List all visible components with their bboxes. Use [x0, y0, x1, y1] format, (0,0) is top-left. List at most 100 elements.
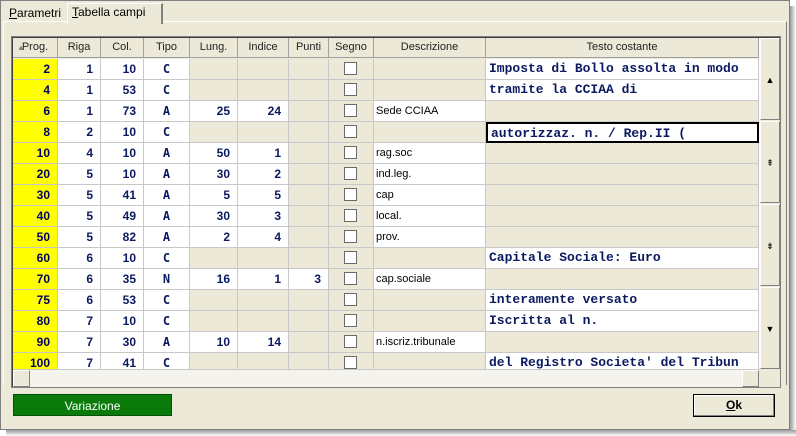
cell-tipo[interactable]: A: [144, 332, 190, 353]
scroll-right-button[interactable]: [742, 370, 759, 387]
cell-riga[interactable]: 7: [58, 332, 101, 353]
cell-punti[interactable]: [289, 332, 329, 353]
cell-descrizione[interactable]: local.: [374, 206, 486, 227]
cell-segno[interactable]: [329, 311, 374, 332]
page-down-button[interactable]: ⇟: [760, 204, 780, 286]
cell-descrizione[interactable]: cap.sociale: [374, 269, 486, 290]
ok-button[interactable]: Ok: [693, 394, 775, 417]
cell-indice[interactable]: [238, 59, 289, 80]
cell-descrizione[interactable]: [374, 248, 486, 269]
scroll-up-button[interactable]: ▲: [760, 38, 780, 120]
cell-indice[interactable]: 1: [238, 269, 289, 290]
cell-segno[interactable]: [329, 206, 374, 227]
cell-indice[interactable]: 2: [238, 164, 289, 185]
cell-prog[interactable]: 90: [13, 332, 58, 353]
cell-punti[interactable]: [289, 227, 329, 248]
cell-segno[interactable]: [329, 101, 374, 122]
cell-lung[interactable]: 16: [190, 269, 238, 290]
cell-tipo[interactable]: C: [144, 80, 190, 101]
cell-descrizione[interactable]: cap: [374, 185, 486, 206]
cell-descrizione[interactable]: [374, 290, 486, 311]
column-header-punti[interactable]: Punti: [289, 38, 329, 58]
cell-descrizione[interactable]: [374, 80, 486, 101]
cell-punti[interactable]: [289, 185, 329, 206]
cell-col[interactable]: 10: [101, 143, 144, 164]
cell-indice[interactable]: 1: [238, 143, 289, 164]
cell-punti[interactable]: [289, 59, 329, 80]
cell-col[interactable]: 53: [101, 290, 144, 311]
cell-col[interactable]: 10: [101, 122, 144, 143]
cell-col[interactable]: 30: [101, 332, 144, 353]
cell-lung[interactable]: [190, 311, 238, 332]
cell-testo-costante[interactable]: interamente versato: [486, 290, 759, 311]
segno-checkbox[interactable]: [344, 293, 357, 306]
cell-segno[interactable]: [329, 59, 374, 80]
cell-indice[interactable]: 4: [238, 227, 289, 248]
cell-indice[interactable]: 3: [238, 206, 289, 227]
tab-tabella-campi[interactable]: Tabella campi: [67, 3, 163, 24]
segno-checkbox[interactable]: [344, 146, 357, 159]
cell-punti[interactable]: [289, 290, 329, 311]
cell-punti[interactable]: [289, 311, 329, 332]
cell-testo-costante[interactable]: Capitale Sociale: Euro: [486, 248, 759, 269]
cell-prog[interactable]: 50: [13, 227, 58, 248]
cell-lung[interactable]: 30: [190, 206, 238, 227]
cell-riga[interactable]: 2: [58, 122, 101, 143]
cell-indice[interactable]: 14: [238, 332, 289, 353]
cell-punti[interactable]: [289, 248, 329, 269]
cell-punti[interactable]: [289, 101, 329, 122]
segno-checkbox[interactable]: [344, 209, 357, 222]
cell-punti[interactable]: [289, 122, 329, 143]
cell-riga[interactable]: 6: [58, 248, 101, 269]
cell-testo-costante[interactable]: [486, 164, 759, 185]
cell-lung[interactable]: 50: [190, 143, 238, 164]
cell-lung[interactable]: 2: [190, 227, 238, 248]
cell-riga[interactable]: 7: [58, 311, 101, 332]
cell-prog[interactable]: 80: [13, 311, 58, 332]
segno-checkbox[interactable]: [344, 356, 357, 369]
segno-checkbox[interactable]: [344, 335, 357, 348]
segno-checkbox[interactable]: [344, 167, 357, 180]
segno-checkbox[interactable]: [344, 104, 357, 117]
variazione-button[interactable]: Variazione: [13, 394, 172, 416]
cell-tipo[interactable]: N: [144, 269, 190, 290]
cell-prog[interactable]: 30: [13, 185, 58, 206]
cell-prog[interactable]: 20: [13, 164, 58, 185]
vertical-scrollbar[interactable]: ▲ ⇞ ⇟ ▼: [759, 38, 780, 369]
column-header-indice[interactable]: Indice: [238, 38, 289, 58]
cell-riga[interactable]: 6: [58, 269, 101, 290]
cell-riga[interactable]: 6: [58, 290, 101, 311]
cell-testo-costante[interactable]: [486, 143, 759, 164]
cell-tipo[interactable]: A: [144, 143, 190, 164]
cell-testo-costante[interactable]: [486, 206, 759, 227]
cell-tipo[interactable]: A: [144, 101, 190, 122]
segno-checkbox[interactable]: [344, 272, 357, 285]
cell-descrizione[interactable]: Sede CCIAA: [374, 101, 486, 122]
scroll-down-button[interactable]: ▼: [760, 287, 780, 369]
column-header-lung[interactable]: Lung.: [190, 38, 238, 58]
cell-punti[interactable]: [289, 206, 329, 227]
horizontal-scrollbar[interactable]: [13, 369, 759, 387]
column-header-testo-costante[interactable]: Testo costante: [486, 38, 759, 58]
cell-riga[interactable]: 1: [58, 101, 101, 122]
cell-lung[interactable]: [190, 80, 238, 101]
cell-indice[interactable]: [238, 311, 289, 332]
cell-segno[interactable]: [329, 80, 374, 101]
cell-punti[interactable]: [289, 80, 329, 101]
segno-checkbox[interactable]: [344, 125, 357, 138]
cell-lung[interactable]: [190, 59, 238, 80]
cell-lung[interactable]: 5: [190, 185, 238, 206]
cell-punti[interactable]: [289, 164, 329, 185]
cell-segno[interactable]: [329, 332, 374, 353]
cell-tipo[interactable]: C: [144, 290, 190, 311]
cell-segno[interactable]: [329, 290, 374, 311]
cell-prog[interactable]: 40: [13, 206, 58, 227]
cell-prog[interactable]: 8: [13, 122, 58, 143]
cell-testo-costante[interactable]: Imposta di Bollo assolta in modo: [486, 59, 759, 80]
cell-segno[interactable]: [329, 122, 374, 143]
cell-descrizione[interactable]: ind.leg.: [374, 164, 486, 185]
cell-col[interactable]: 49: [101, 206, 144, 227]
column-header-descrizione[interactable]: Descrizione: [374, 38, 486, 58]
segno-checkbox[interactable]: [344, 230, 357, 243]
cell-lung[interactable]: 25: [190, 101, 238, 122]
